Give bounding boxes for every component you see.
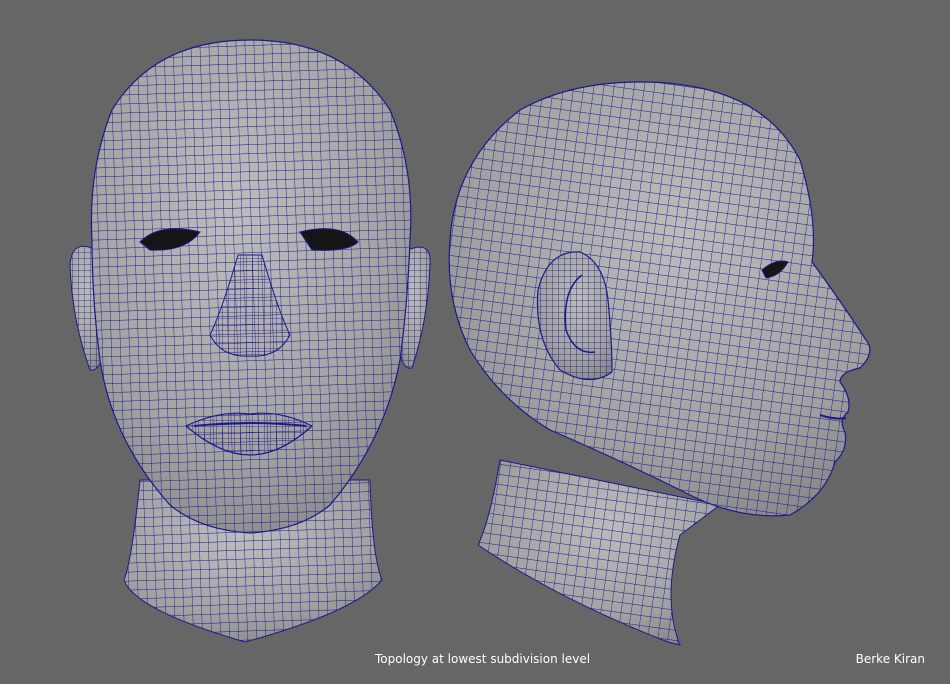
front-view-head: [69, 39, 431, 643]
caption-topology: Topology at lowest subdivision level: [375, 652, 591, 666]
head-wireframe-render: [69, 39, 871, 646]
profile-view-head: [448, 81, 871, 646]
render-viewport: Topology at lowest subdivision level Ber…: [0, 0, 950, 684]
author-credit: Berke Kiran: [855, 652, 925, 666]
